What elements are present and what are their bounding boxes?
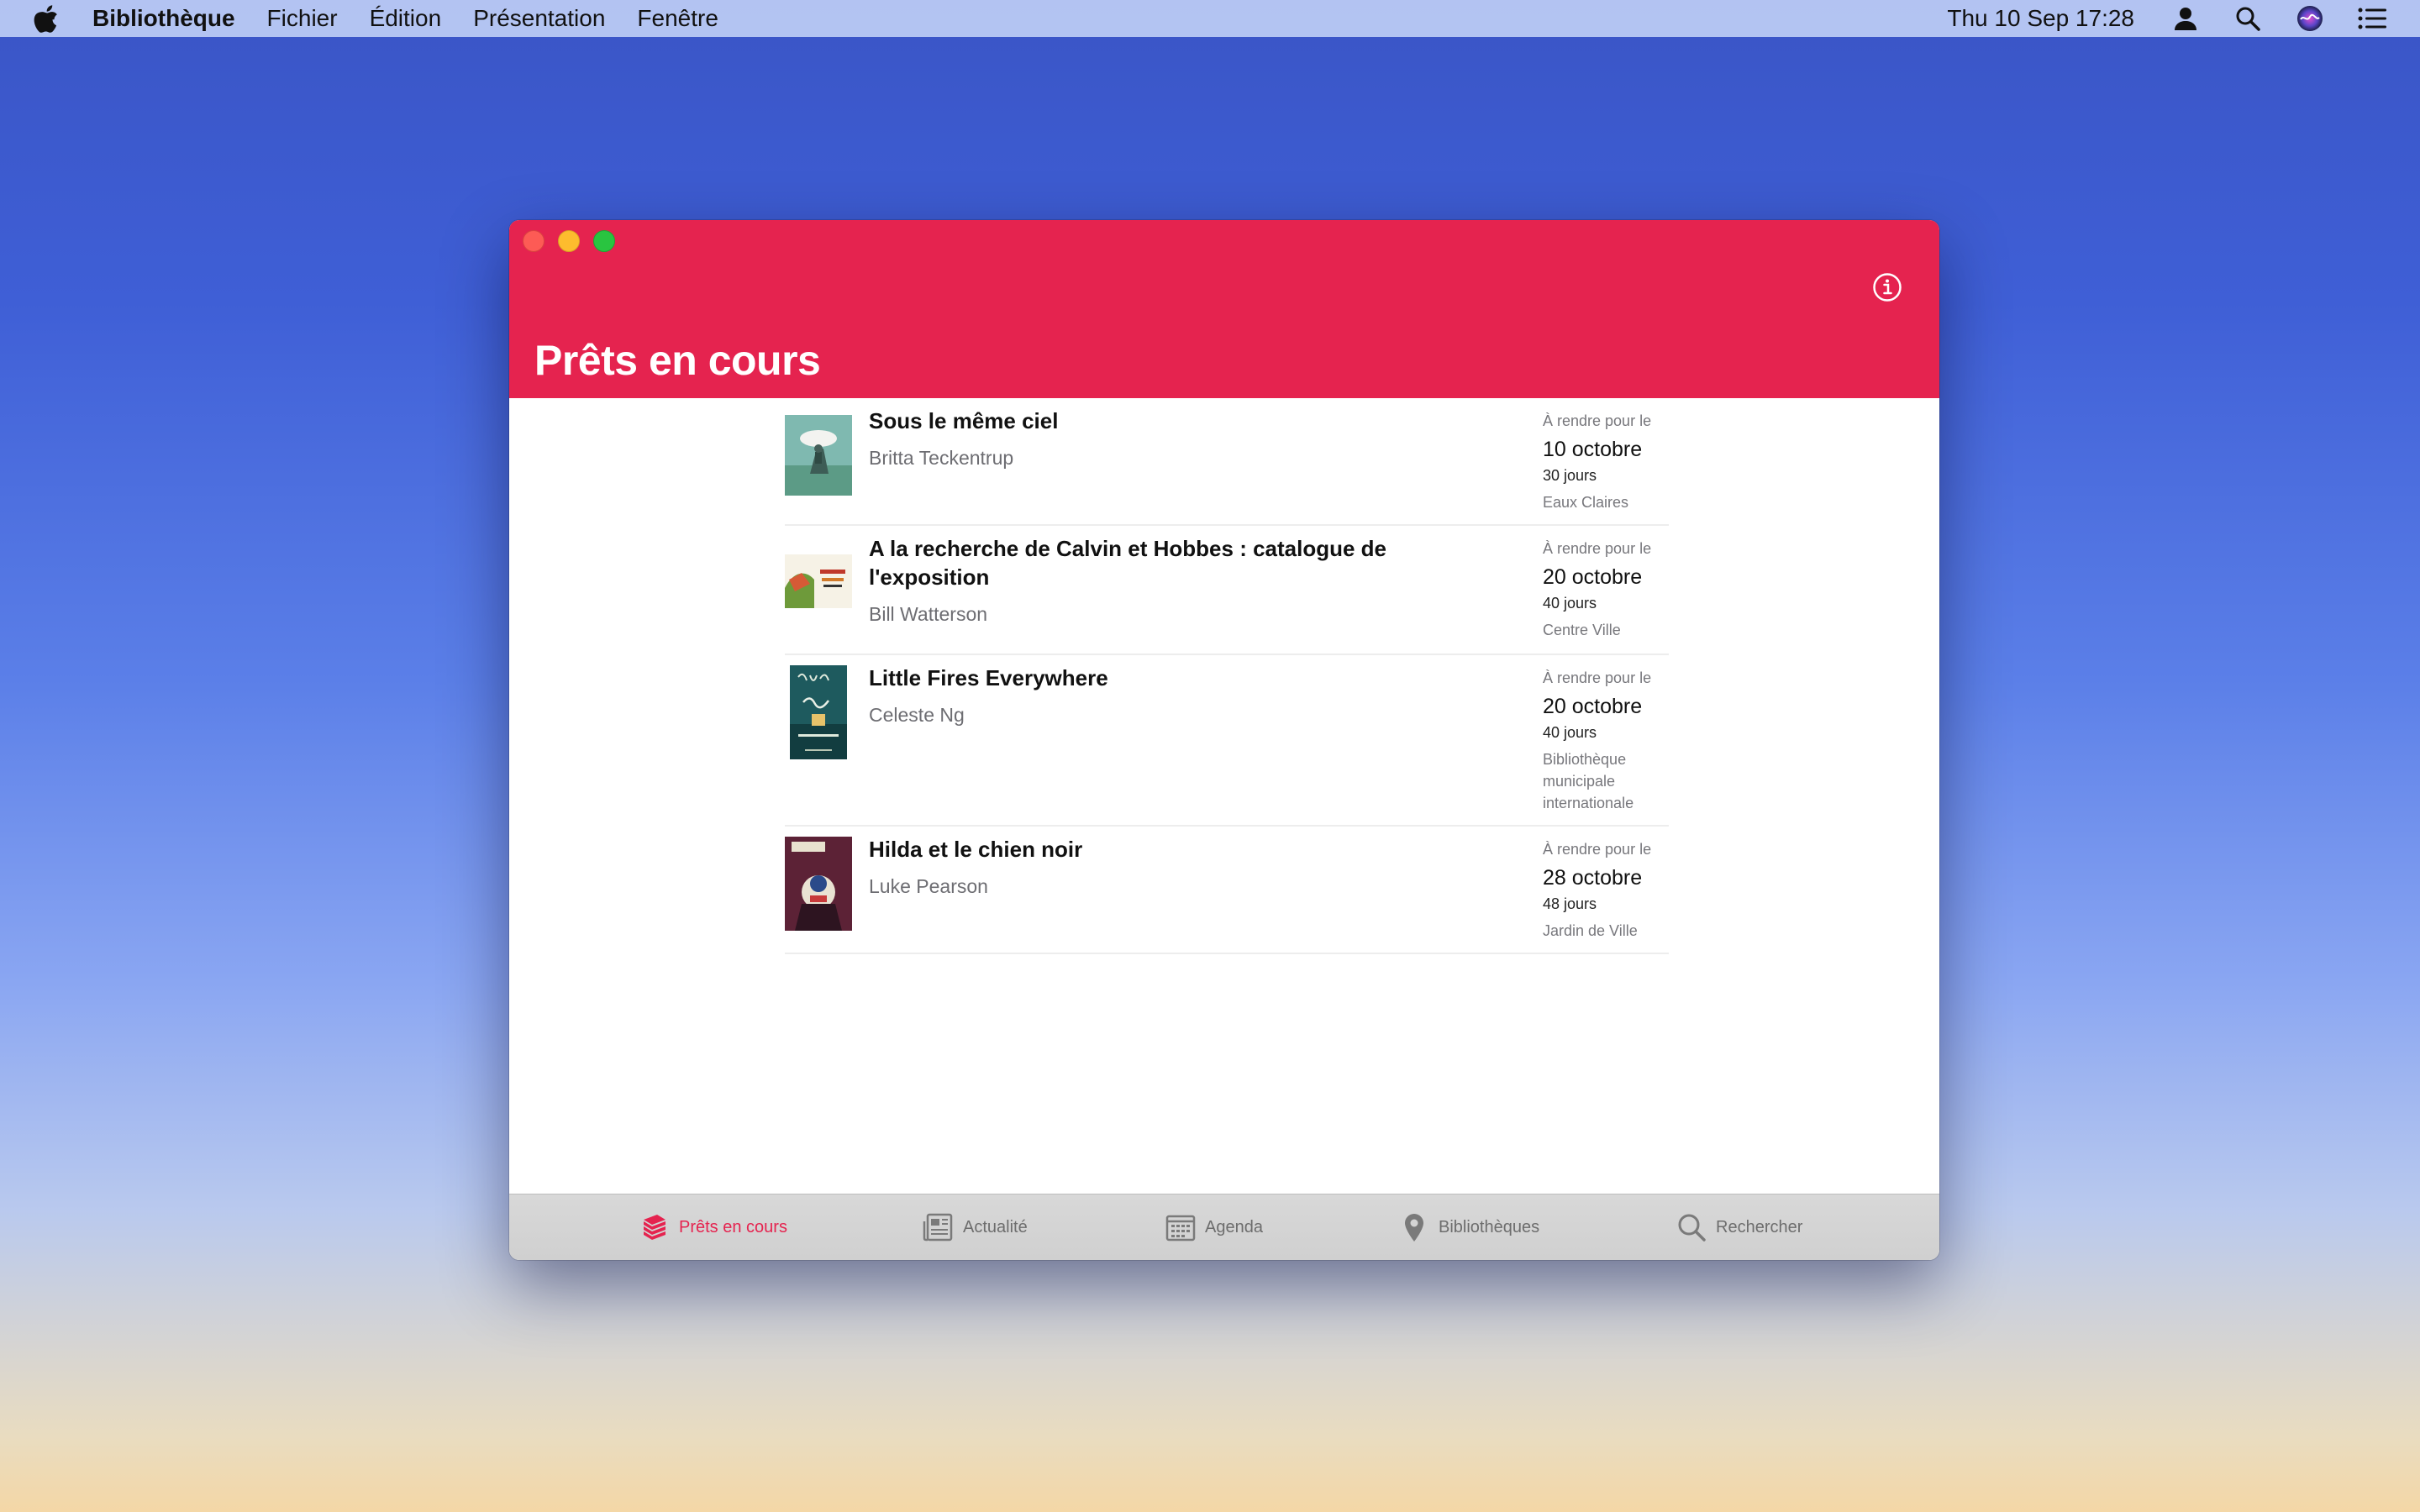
tab-label: Actualité	[963, 1217, 1028, 1236]
info-icon[interactable]	[1872, 272, 1902, 302]
tab-agenda[interactable]: Agenda	[1165, 1194, 1263, 1260]
tab-bar: Prêts en cours Actualité Agenda Biblioth…	[509, 1194, 1939, 1260]
book-author: Celeste Ng	[869, 704, 965, 726]
book-cover-image	[785, 415, 852, 496]
due-date: 28 octobre	[1543, 866, 1643, 890]
map-pin-icon	[1405, 1214, 1423, 1242]
due-label: À rendre pour le	[1543, 841, 1652, 858]
menu-edition[interactable]: Édition	[370, 5, 442, 32]
zoom-window-button[interactable]	[593, 230, 615, 252]
menu-presentation[interactable]: Présentation	[473, 5, 605, 32]
due-date: 20 octobre	[1543, 565, 1643, 589]
tab-label: Prêts en cours	[679, 1217, 787, 1236]
notification-center-icon[interactable]	[2358, 4, 2386, 33]
book-cover-image	[790, 665, 847, 759]
library-name: Centre Ville	[1543, 622, 1621, 638]
due-days: 48 jours	[1543, 895, 1597, 912]
book-title: Hilda et le chien noir	[869, 837, 1083, 862]
due-days: 40 jours	[1543, 595, 1597, 612]
app-window: Prêts en cours Sous le même ciel Britta …	[509, 220, 1939, 1260]
due-days: 30 jours	[1543, 467, 1597, 484]
due-date: 20 octobre	[1543, 695, 1643, 718]
due-info: À rendre pour le 28 octobre 48 jours Jar…	[1543, 840, 1669, 942]
book-title: Little Fires Everywhere	[869, 665, 1108, 690]
tab-actualite[interactable]: Actualité	[923, 1194, 1028, 1260]
window-header: Prêts en cours	[509, 220, 1939, 398]
due-info: À rendre pour le 20 octobre 40 jours Cen…	[1543, 539, 1669, 641]
stack-books-icon	[644, 1215, 666, 1240]
book-author: Britta Teckentrup	[869, 447, 1014, 469]
user-icon[interactable]	[2171, 4, 2200, 33]
tab-rechercher[interactable]: Rechercher	[1676, 1194, 1802, 1260]
due-label: À rendre pour le	[1543, 412, 1652, 429]
book-cover-image	[785, 554, 852, 608]
book-author: Bill Watterson	[869, 603, 988, 625]
due-info: À rendre pour le 10 octobre 30 jours Eau…	[1543, 412, 1669, 513]
spotlight-search-icon[interactable]	[2233, 4, 2262, 33]
tab-label: Rechercher	[1716, 1217, 1803, 1236]
loan-row[interactable]: A la recherche de Calvin et Hobbes : cat…	[785, 526, 1669, 655]
due-info: À rendre pour le 20 octobre 40 jours Bib…	[1543, 669, 1669, 814]
newspaper-icon	[923, 1213, 953, 1242]
due-label: À rendre pour le	[1543, 669, 1652, 686]
library-name: Jardin de Ville	[1543, 922, 1638, 939]
page-title: Prêts en cours	[534, 337, 821, 384]
due-days: 40 jours	[1543, 724, 1597, 741]
calendar-icon	[1165, 1215, 1196, 1242]
window-controls	[523, 230, 629, 252]
library-name: Bibliothèque municipale internationale	[1543, 751, 1634, 811]
search-icon	[1678, 1214, 1706, 1242]
loans-list: Sous le même ciel Britta Teckentrup À re…	[785, 398, 1669, 954]
loan-row[interactable]: Sous le même ciel Britta Teckentrup À re…	[785, 398, 1669, 526]
menu-bar: Bibliothèque Fichier Édition Présentatio…	[0, 0, 2420, 37]
menu-fenetre[interactable]: Fenêtre	[637, 5, 718, 32]
loan-row[interactable]: Hilda et le chien noir Luke Pearson À re…	[785, 827, 1669, 954]
tab-label: Bibliothèques	[1439, 1217, 1540, 1236]
apple-menu-icon[interactable]	[34, 4, 59, 33]
due-date: 10 octobre	[1543, 438, 1643, 461]
siri-icon[interactable]	[2296, 4, 2324, 33]
due-label: À rendre pour le	[1543, 540, 1652, 557]
book-title: Sous le même ciel	[869, 408, 1059, 433]
book-author: Luke Pearson	[869, 875, 988, 897]
book-cover-image	[785, 837, 852, 931]
menu-fichier[interactable]: Fichier	[267, 5, 338, 32]
loan-row[interactable]: Little Fires Everywhere Celeste Ng À ren…	[785, 655, 1669, 827]
tab-label: Agenda	[1205, 1217, 1263, 1236]
menu-clock[interactable]: Thu 10 Sep 17:28	[1947, 5, 2134, 32]
tab-bibliotheques[interactable]: Bibliothèques	[1398, 1194, 1539, 1260]
close-window-button[interactable]	[523, 230, 544, 252]
tab-prets-en-cours[interactable]: Prêts en cours	[639, 1194, 787, 1260]
book-title: A la recherche de Calvin et Hobbes : cat…	[869, 536, 1387, 590]
minimize-window-button[interactable]	[558, 230, 580, 252]
menu-app-name[interactable]: Bibliothèque	[92, 5, 235, 32]
library-name: Eaux Claires	[1543, 494, 1629, 511]
